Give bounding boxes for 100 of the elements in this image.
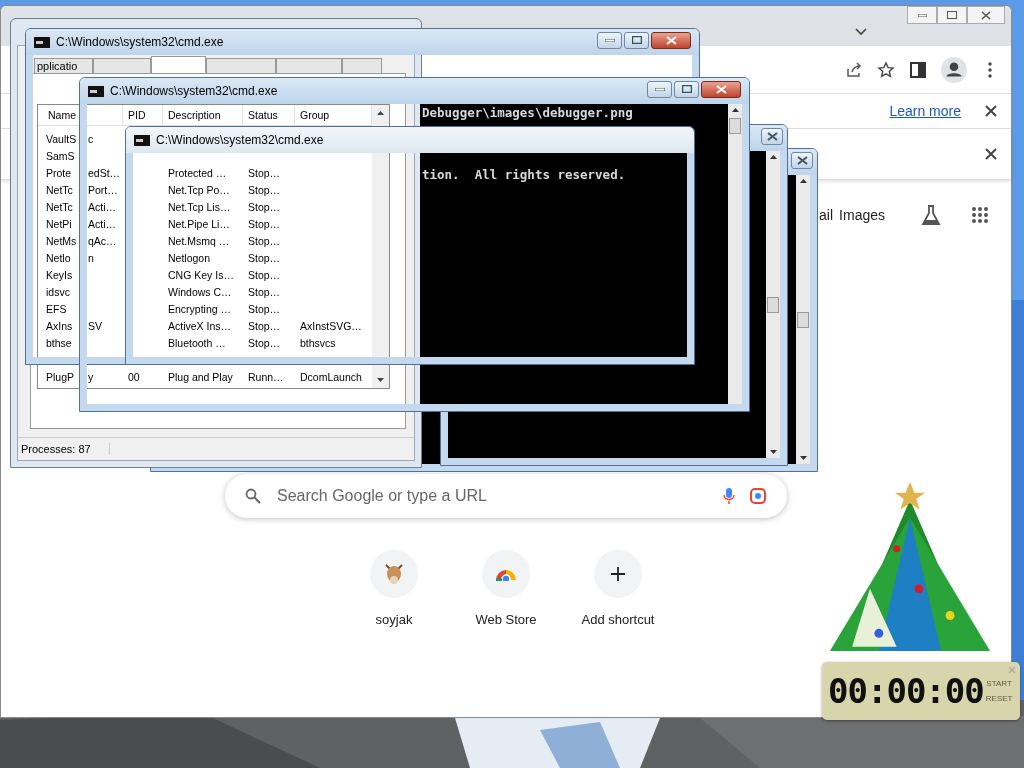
- close-button[interactable]: [791, 151, 813, 169]
- table-cell-text: Stop…: [248, 183, 281, 198]
- table-cell-text: NetTc: [46, 183, 74, 198]
- status-text: Processes: 87: [21, 443, 110, 455]
- column-header[interactable]: Name: [38, 105, 123, 125]
- table-cell-text: Stop…: [248, 234, 281, 249]
- table-cell-text: bthsvcs: [300, 336, 336, 351]
- header-link[interactable]: ail: [819, 207, 834, 223]
- table-cell-text: Netlogon: [168, 251, 211, 266]
- minimize-button[interactable]: [597, 31, 622, 49]
- column-header[interactable]: Description: [163, 105, 243, 125]
- table-cell-text: n: [88, 251, 94, 266]
- table-cell-text: AxInstSVG…: [300, 319, 362, 334]
- table-cell-text: qAc…: [88, 234, 117, 249]
- table-cell-text: Net.Pipe Li…: [168, 217, 230, 232]
- table-cell-text: c: [88, 132, 94, 147]
- scrollbar-thumb[interactable]: [729, 118, 741, 134]
- table-cell-text: Encrypting …: [168, 302, 232, 317]
- table-cell-text: bthse: [46, 336, 73, 351]
- shortcut-label: Add shortcut: [581, 612, 655, 627]
- maximize-button[interactable]: [624, 31, 649, 49]
- down-arrow-icon[interactable]: [377, 378, 384, 382]
- side-panel-icon[interactable]: [909, 60, 927, 79]
- column-header[interactable]: Status: [243, 105, 295, 125]
- close-button[interactable]: [967, 6, 1005, 24]
- minimize-button[interactable]: [647, 80, 672, 98]
- up-arrow-icon[interactable]: [377, 111, 384, 115]
- start-button[interactable]: START: [985, 679, 1013, 688]
- microphone-icon[interactable]: [723, 487, 735, 505]
- search-input[interactable]: Search Google or type a URL: [275, 486, 709, 506]
- search-bar[interactable]: Search Google or type a URL: [225, 474, 787, 518]
- shortcut-tile[interactable]: Add shortcut: [562, 550, 674, 627]
- table-cell-text: Protected …: [168, 166, 227, 181]
- close-button[interactable]: [701, 80, 741, 98]
- flask-icon[interactable]: [921, 204, 941, 226]
- table-cell-text: Net.Tcp Lis…: [168, 200, 231, 215]
- chevron-down-icon[interactable]: [855, 28, 867, 36]
- table-cell-text: EFS: [46, 302, 68, 317]
- up-arrow-icon[interactable]: [769, 155, 777, 159]
- scrollbar-thumb[interactable]: [797, 311, 809, 328]
- shortcut-tile[interactable]: Web Store: [450, 550, 562, 627]
- table-cell-text: Stop…: [248, 285, 281, 300]
- maximize-button[interactable]: [937, 6, 967, 24]
- table-cell-text: Netlo: [46, 251, 72, 266]
- star-icon[interactable]: [877, 60, 895, 79]
- down-arrow-icon[interactable]: [769, 450, 777, 454]
- down-arrow-icon[interactable]: [799, 456, 807, 460]
- reset-button[interactable]: RESET: [985, 694, 1013, 703]
- tab[interactable]: pplicatio: [34, 58, 93, 73]
- header-link[interactable]: Images: [839, 207, 885, 223]
- table-cell-text: Stop…: [248, 217, 281, 232]
- terminal-icon: [88, 85, 104, 97]
- close-icon: [665, 35, 677, 45]
- close-icon[interactable]: [985, 148, 997, 160]
- shortcut-label: soyjak: [375, 612, 413, 627]
- close-button[interactable]: [761, 127, 783, 145]
- table-cell-text: Stop…: [248, 166, 281, 181]
- close-icon: [796, 155, 808, 165]
- table-cell-text: Plug and Play: [168, 370, 233, 385]
- close-icon: [981, 10, 991, 20]
- table-cell-text: AxIns: [46, 319, 74, 334]
- up-arrow-icon[interactable]: [731, 108, 739, 112]
- shortcut-tile[interactable]: soyjak: [338, 550, 450, 627]
- window-title: C:\Windows\system32\cmd.exe: [110, 84, 278, 98]
- table-cell-text: CNG Key Is…: [168, 268, 234, 283]
- table-cell-text: Port…: [88, 183, 118, 198]
- camera-icon[interactable]: [749, 487, 767, 505]
- table-cell-text: Stop…: [248, 336, 281, 351]
- close-icon[interactable]: [985, 105, 997, 117]
- table-cell-text: Bluetooth …: [168, 336, 226, 351]
- column-header[interactable]: PID: [123, 105, 163, 125]
- console-line: tion. All rights reserved.: [421, 168, 627, 181]
- window-title: C:\Windows\system32\cmd.exe: [56, 35, 224, 49]
- scrollbar[interactable]: [766, 151, 780, 458]
- search-icon: [245, 488, 261, 504]
- table-cell-text: Net.Msmq …: [168, 234, 230, 249]
- learn-more-link[interactable]: Learn more: [889, 103, 961, 119]
- share-icon[interactable]: [845, 60, 863, 79]
- color-wheel-icon: [495, 567, 517, 581]
- table-cell-text: edSt…: [88, 166, 121, 181]
- terminal-icon: [34, 36, 50, 48]
- maximize-button[interactable]: [674, 80, 699, 98]
- apps-icon[interactable]: [971, 206, 989, 224]
- maximize-icon: [631, 36, 642, 44]
- table-cell-text: SV: [88, 319, 102, 334]
- table-cell-text: Windows C…: [168, 285, 232, 300]
- scrollbar[interactable]: [796, 175, 810, 464]
- table-cell-text: NetTc: [46, 200, 74, 215]
- table-cell-text: PlugP: [46, 370, 76, 385]
- profile-icon[interactable]: [941, 56, 967, 83]
- tab[interactable]: [151, 56, 206, 73]
- table-cell-text: Acti…: [88, 217, 116, 232]
- table-cell-text: DcomLaunch: [300, 370, 362, 385]
- table-cell-text: NetMs: [46, 234, 78, 249]
- up-arrow-icon[interactable]: [799, 179, 807, 183]
- scrollbar-thumb[interactable]: [767, 296, 779, 313]
- minimize-icon: [917, 13, 927, 17]
- console-line: Debugger\images\debugger.png: [421, 106, 634, 119]
- close-button[interactable]: [651, 31, 691, 49]
- scrollbar[interactable]: [728, 104, 742, 404]
